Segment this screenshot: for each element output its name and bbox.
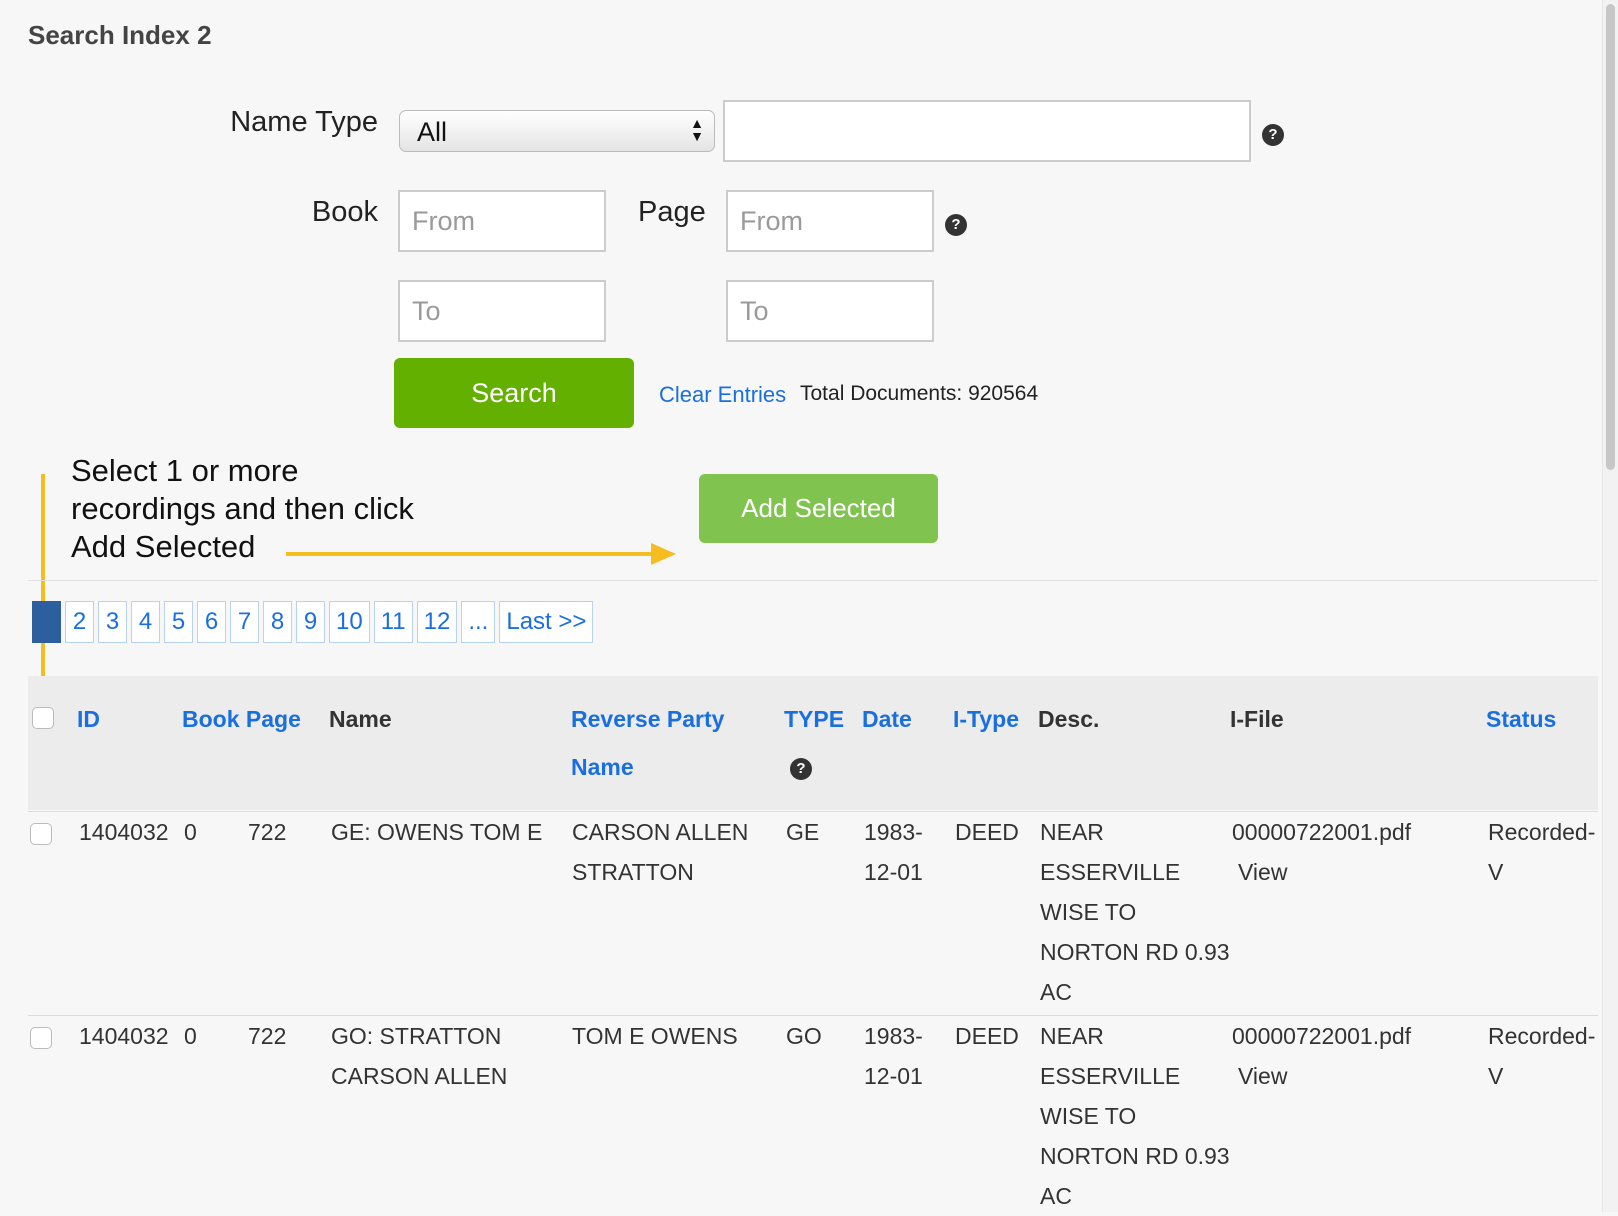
table-header — [28, 676, 1598, 810]
column-header-i-file: I-File — [1230, 706, 1284, 732]
page-6-link[interactable]: 6 — [197, 601, 226, 643]
column-header-type[interactable]: TYPE — [784, 706, 844, 733]
select-all-checkbox[interactable] — [32, 707, 54, 729]
desc-line: ESSERVILLE — [1040, 859, 1181, 885]
row-status: Recorded- V — [1488, 1016, 1595, 1096]
row-date: 1983- 12-01 — [864, 812, 923, 892]
row-book: 0 — [184, 1023, 197, 1049]
row-checkbox[interactable] — [30, 823, 52, 845]
date-line: 12-01 — [864, 859, 923, 885]
date-line: 12-01 — [864, 1063, 923, 1089]
row-checkbox[interactable] — [30, 1027, 52, 1049]
reverse-party-line: TOM E OWENS — [572, 1023, 738, 1049]
last-page-link[interactable]: Last >> — [499, 601, 594, 643]
row-desc: NEAR ESSERVILLE WISE TO NORTON RD 0.93 A… — [1040, 812, 1230, 1012]
page-2-link[interactable]: 2 — [65, 601, 94, 643]
desc-line: NEAR — [1040, 819, 1104, 845]
row-name: GO: STRATTON CARSON ALLEN — [331, 1016, 507, 1096]
header-line: Reverse Party — [571, 706, 725, 732]
row-id-link[interactable]: 1404032 — [79, 812, 169, 852]
date-line: 1983- — [864, 1023, 923, 1049]
status-line: Recorded- — [1488, 819, 1596, 845]
page-ellipsis-link[interactable]: ... — [461, 601, 496, 643]
row-view-link[interactable]: View — [1238, 852, 1287, 892]
column-header-i-type[interactable]: I-Type — [953, 706, 1019, 733]
page-9-link[interactable]: 9 — [296, 601, 325, 643]
page-5-link[interactable]: 5 — [164, 601, 193, 643]
page-12-link[interactable]: 12 — [416, 601, 458, 643]
row-date: 1983- 12-01 — [864, 1016, 923, 1096]
row-desc: NEAR ESSERVILLE WISE TO NORTON RD 0.93 A… — [1040, 1016, 1230, 1216]
row-page: 722 — [248, 819, 287, 845]
reverse-party-line: STRATTON — [572, 859, 694, 885]
row-view-link[interactable]: View — [1238, 1056, 1287, 1096]
desc-line: AC — [1040, 979, 1072, 1005]
section-divider — [28, 580, 1598, 581]
page-7-link[interactable]: 7 — [230, 601, 259, 643]
date-line: 1983- — [864, 819, 923, 845]
desc-line: NEAR — [1040, 1023, 1104, 1049]
row-name: GE: OWENS TOM E — [331, 812, 542, 852]
arrow-right-head — [651, 543, 676, 565]
row-id-link[interactable]: 1404032 — [79, 1016, 169, 1056]
row-reverse-party: CARSON ALLEN STRATTON — [572, 812, 748, 892]
desc-line: AC — [1040, 1183, 1072, 1209]
desc-line: WISE TO — [1040, 899, 1137, 925]
row-i-type: DEED — [955, 819, 1019, 845]
row-page: 722 — [248, 1023, 287, 1049]
column-header-id[interactable]: ID — [77, 706, 100, 733]
status-line: V — [1488, 1063, 1504, 1089]
name-line: GO: STRATTON — [331, 1023, 502, 1049]
row-i-file: 00000722001.pdf — [1232, 1023, 1412, 1049]
row-reverse-party: TOM E OWENS — [572, 1016, 738, 1056]
status-line: V — [1488, 859, 1504, 885]
reverse-party-line: CARSON ALLEN — [572, 819, 749, 845]
row-type: GO — [786, 1023, 822, 1049]
desc-line: WISE TO — [1040, 1103, 1137, 1129]
page-1-link[interactable]: 1 — [32, 601, 61, 643]
page-10-link[interactable]: 10 — [329, 601, 370, 643]
status-line: Recorded- — [1488, 1023, 1596, 1049]
desc-line: ESSERVILLE — [1040, 1063, 1181, 1089]
column-header-book-page[interactable]: Book Page — [182, 706, 301, 733]
scrollbar-thumb[interactable] — [1606, 4, 1615, 470]
column-header-reverse-party[interactable]: Reverse Party Name — [571, 706, 724, 781]
page-11-link[interactable]: 11 — [373, 601, 413, 643]
column-header-name: Name — [329, 706, 392, 732]
name-line: GE: OWENS TOM E — [331, 819, 543, 845]
type-help-icon[interactable]: ? — [790, 758, 812, 780]
name-line: CARSON ALLEN — [331, 1063, 508, 1089]
row-status: Recorded- V — [1488, 812, 1595, 892]
column-header-date[interactable]: Date — [862, 706, 912, 733]
page-8-link[interactable]: 8 — [263, 601, 292, 643]
row-type: GE — [786, 819, 820, 845]
page-3-link[interactable]: 3 — [98, 601, 127, 643]
pagination: 1 2 3 4 5 6 7 8 9 10 11 12 ... Last >> — [32, 601, 594, 643]
desc-line: NORTON RD 0.93 — [1040, 939, 1230, 965]
page-4-link[interactable]: 4 — [131, 601, 160, 643]
row-i-file: 00000722001.pdf — [1232, 819, 1412, 845]
row-i-type: DEED — [955, 1023, 1019, 1049]
row-book: 0 — [184, 819, 197, 845]
column-header-status[interactable]: Status — [1486, 706, 1556, 733]
desc-line: NORTON RD 0.93 — [1040, 1143, 1230, 1169]
column-header-desc: Desc. — [1038, 706, 1100, 732]
header-line: Name — [571, 754, 634, 780]
